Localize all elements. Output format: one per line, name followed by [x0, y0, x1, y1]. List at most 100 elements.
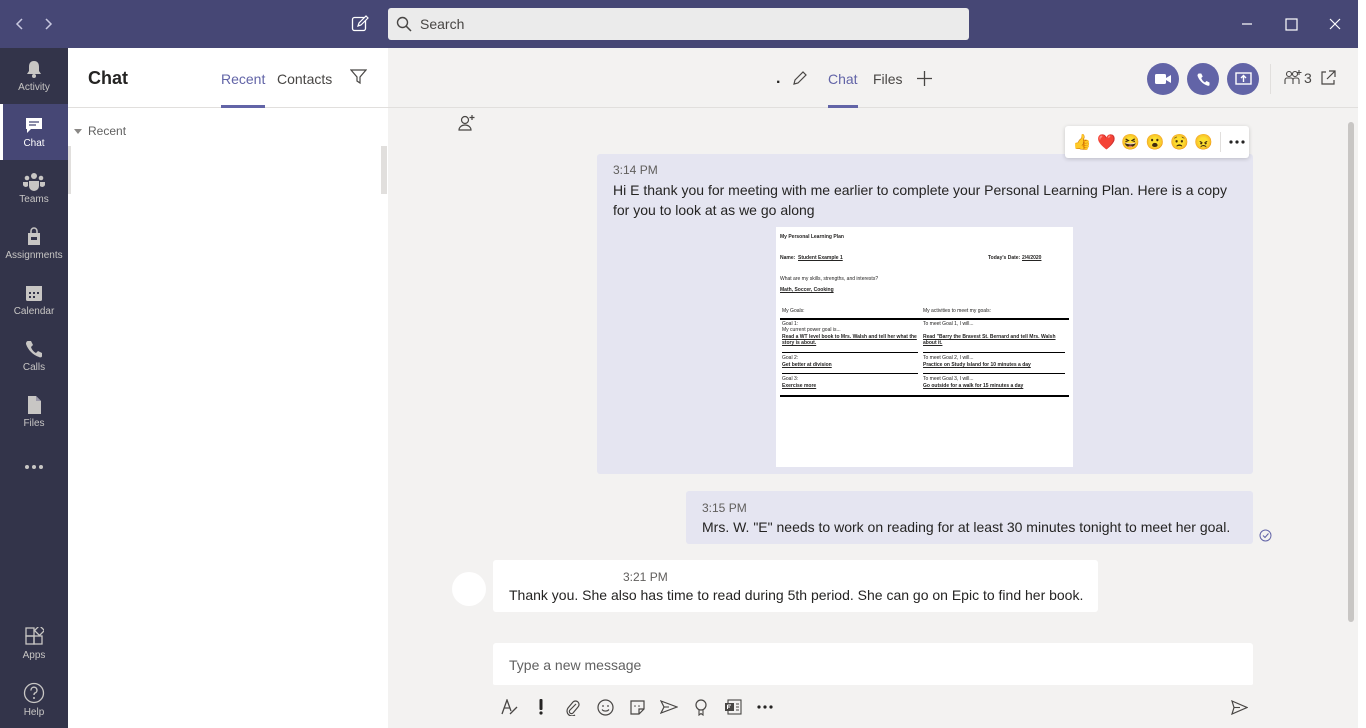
- message-bubble-sent[interactable]: 3:15 PM Mrs. W. "E" needs to work on rea…: [686, 491, 1253, 544]
- back-icon[interactable]: [6, 10, 34, 38]
- new-chat-icon[interactable]: [346, 10, 374, 38]
- message-input[interactable]: [493, 643, 1253, 687]
- doc-col-goals: My Goals:: [782, 308, 805, 314]
- attach-icon[interactable]: [557, 692, 589, 722]
- rail-item-more[interactable]: [0, 440, 68, 496]
- doc-goal-label: Goal 2:: [782, 355, 799, 361]
- emoji-icon[interactable]: [589, 692, 621, 722]
- doc-divider: [923, 373, 1065, 374]
- phone-icon: [1197, 73, 1209, 86]
- like-reaction[interactable]: 👍: [1070, 132, 1094, 152]
- bell-icon: [27, 61, 41, 78]
- doc-goal-label: Goal 3:: [782, 376, 799, 382]
- forms-icon[interactable]: [717, 692, 749, 722]
- help-icon: [23, 682, 45, 704]
- laugh-reaction[interactable]: 😆: [1119, 132, 1143, 152]
- chat-name: .: [776, 70, 781, 87]
- add-tab-icon[interactable]: [917, 71, 932, 89]
- more-icon[interactable]: [749, 692, 781, 722]
- more-icon: [25, 464, 43, 469]
- edit-name-icon[interactable]: [792, 70, 808, 89]
- search-placeholder: Search: [420, 16, 465, 32]
- share-screen-icon: [1234, 71, 1252, 85]
- format-icon[interactable]: [493, 692, 525, 722]
- sticker-icon[interactable]: [621, 692, 653, 722]
- important-icon[interactable]: [525, 692, 557, 722]
- more-options-icon[interactable]: [1225, 132, 1249, 152]
- forward-icon[interactable]: [34, 10, 62, 38]
- share-screen-button[interactable]: [1227, 63, 1259, 95]
- popout-icon[interactable]: [1320, 70, 1336, 89]
- chat-list-pane: Chat Recent Contacts Recent: [68, 48, 388, 728]
- rail-label: Calendar: [13, 306, 55, 317]
- chat-scrollbar[interactable]: [1348, 122, 1354, 622]
- chat-icon: [26, 118, 42, 133]
- recent-group-header[interactable]: Recent: [74, 124, 126, 138]
- file-icon: [28, 396, 41, 414]
- participants-button[interactable]: 3: [1284, 70, 1312, 86]
- calendar-icon: [26, 286, 42, 301]
- rail-item-teams[interactable]: Teams: [0, 160, 68, 216]
- phone-icon: [26, 341, 42, 358]
- chat-header: . Chat Files 3: [388, 48, 1366, 108]
- send-button[interactable]: [1224, 692, 1254, 722]
- rail-item-help[interactable]: Help: [0, 672, 68, 728]
- doc-activity-value: Practice on Study Island for 10 minutes …: [923, 362, 1031, 368]
- meet-icon[interactable]: [653, 692, 685, 722]
- list-scrollbar[interactable]: [381, 146, 387, 194]
- reaction-bar: 👍 ❤️ 😆 😮 😟 😠: [1065, 126, 1249, 158]
- doc-activity-label: To meet Goal 1, I will...: [923, 321, 974, 327]
- chat-list-title: Chat: [88, 68, 128, 88]
- add-people-icon[interactable]: [458, 114, 476, 135]
- doc-col-activities: My activities to meet my goals:: [923, 308, 992, 314]
- rail-label: Apps: [22, 650, 46, 661]
- audio-call-button[interactable]: [1187, 63, 1219, 95]
- doc-divider: [923, 352, 1065, 353]
- message-time: 3:14 PM: [613, 163, 658, 177]
- minimize-icon[interactable]: [1225, 0, 1269, 48]
- apps-icon: [25, 627, 44, 645]
- message-time: 3:21 PM: [623, 570, 668, 584]
- rail-item-assignments[interactable]: Assignments: [0, 216, 68, 272]
- tab-chat[interactable]: Chat: [828, 71, 858, 108]
- doc-divider: [780, 318, 1069, 320]
- doc-goal-value: Exercise more: [782, 383, 817, 389]
- search-icon: [396, 16, 412, 32]
- close-icon[interactable]: [1313, 0, 1357, 48]
- message-bubble-received[interactable]: 3:21 PM Thank you. She also has time to …: [493, 560, 1098, 612]
- seen-icon: [1259, 529, 1272, 545]
- sad-reaction[interactable]: 😟: [1167, 132, 1191, 152]
- rail-label: Teams: [19, 194, 49, 205]
- doc-skills-answer: Math, Soccer, Cooking: [780, 287, 834, 293]
- image-attachment[interactable]: My Personal Learning Plan Name: Student …: [776, 227, 1073, 467]
- praise-icon[interactable]: [685, 692, 717, 722]
- people-icon: [1284, 70, 1302, 84]
- message-time: 3:15 PM: [702, 501, 747, 515]
- tab-files[interactable]: Files: [873, 71, 903, 87]
- tab-contacts[interactable]: Contacts: [277, 71, 332, 87]
- avatar[interactable]: [452, 572, 486, 606]
- chat-list-header: Chat Recent Contacts: [68, 48, 388, 108]
- compose-box[interactable]: [493, 643, 1253, 687]
- filter-icon[interactable]: [349, 68, 368, 88]
- doc-goal-sub: My current power goal is...: [782, 327, 841, 333]
- header-divider: [1270, 64, 1271, 94]
- video-call-button[interactable]: [1147, 63, 1179, 95]
- rail-item-calls[interactable]: Calls: [0, 328, 68, 384]
- chat-list-item[interactable]: [68, 146, 388, 194]
- rail-item-files[interactable]: Files: [0, 384, 68, 440]
- rail-item-calendar[interactable]: Calendar: [0, 272, 68, 328]
- tab-recent[interactable]: Recent: [221, 71, 266, 108]
- rail-item-activity[interactable]: Activity: [0, 48, 68, 104]
- angry-reaction[interactable]: 😠: [1191, 132, 1215, 152]
- doc-name-value: Student Example 1: [798, 255, 843, 261]
- doc-date-value: 2/4/2020: [1022, 255, 1042, 261]
- surprised-reaction[interactable]: 😮: [1143, 132, 1167, 152]
- heart-reaction[interactable]: ❤️: [1094, 132, 1118, 152]
- search-box[interactable]: Search: [388, 8, 969, 40]
- maximize-icon[interactable]: [1269, 0, 1313, 48]
- rail-item-chat[interactable]: Chat: [0, 104, 68, 160]
- rail-item-apps[interactable]: Apps: [0, 616, 68, 672]
- doc-divider: [782, 352, 918, 353]
- doc-title: My Personal Learning Plan: [780, 234, 844, 240]
